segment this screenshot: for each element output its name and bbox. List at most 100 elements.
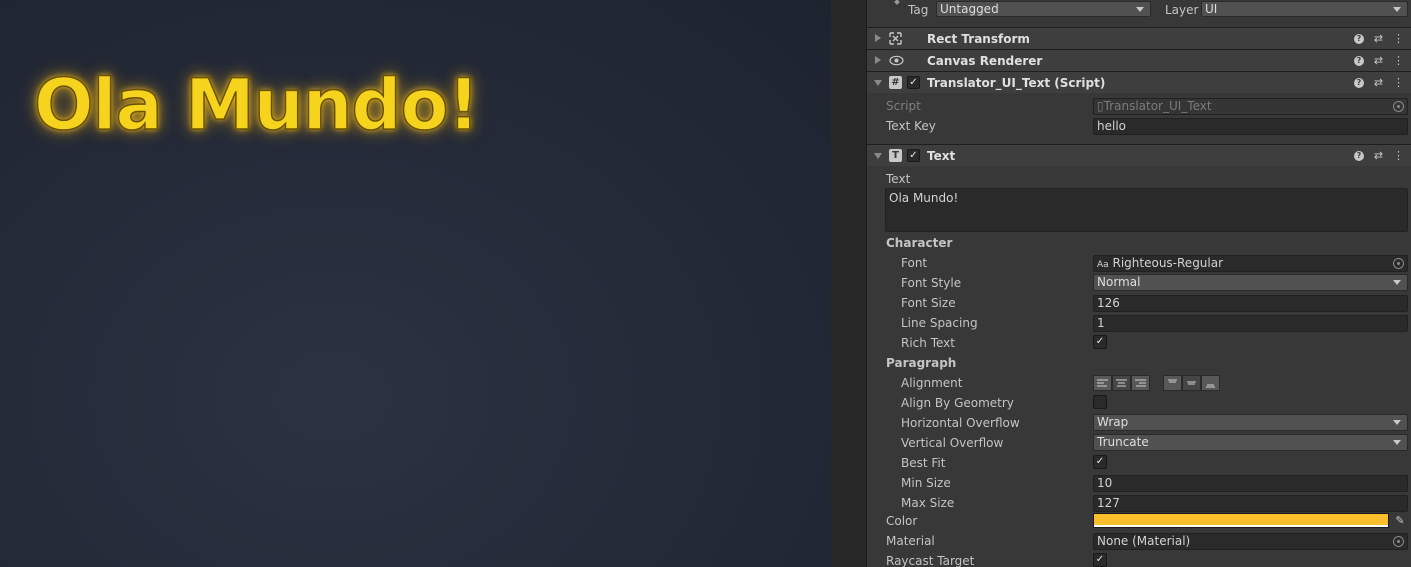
presets-icon[interactable]: ⇄	[1373, 76, 1384, 90]
object-picker-icon[interactable]	[1393, 536, 1404, 547]
vertical-overflow-select[interactable]: Truncate	[1093, 434, 1408, 451]
translator-title: Translator_UI_Text (Script)	[927, 76, 1106, 90]
font-label: Font	[901, 256, 928, 270]
script-value: Translator_UI_Text	[1103, 99, 1212, 113]
script-component-icon: #	[889, 76, 902, 89]
text-key-input[interactable]: hello	[1093, 118, 1408, 135]
game-display-text: Ola Mundo!	[33, 63, 480, 147]
best-fit-label: Best Fit	[901, 456, 946, 470]
text-key-label: Text Key	[886, 119, 936, 133]
presets-icon[interactable]: ⇄	[1373, 149, 1384, 163]
material-value: None (Material)	[1097, 534, 1191, 548]
font-size-input[interactable]: 126	[1093, 295, 1408, 312]
text-enabled-checkbox[interactable]: ✓	[907, 149, 920, 162]
font-value: Righteous-Regular	[1112, 256, 1224, 270]
tag-layer-row: Tag Untagged Layer UI	[867, 0, 1411, 22]
more-options-icon[interactable]: ⋮	[1393, 149, 1404, 163]
align-right-icon	[1135, 379, 1146, 386]
more-options-icon[interactable]: ⋮	[1393, 76, 1404, 90]
line-spacing-input[interactable]: 1	[1093, 315, 1408, 332]
font-style-select[interactable]: Normal	[1093, 274, 1408, 291]
more-options-icon[interactable]: ⋮	[1393, 54, 1404, 68]
align-top-button[interactable]	[1163, 375, 1182, 391]
align-bottom-button[interactable]	[1201, 375, 1220, 391]
align-by-geometry-checkbox[interactable]	[1093, 395, 1107, 409]
static-gizmo-icon	[894, 0, 900, 5]
max-size-input[interactable]: 127	[1093, 495, 1408, 512]
script-label: Script	[886, 99, 921, 113]
object-picker-icon	[1393, 101, 1404, 112]
font-style-value: Normal	[1097, 275, 1141, 289]
translator-enabled-checkbox[interactable]: ✓	[907, 76, 920, 89]
component-header-icons: ? ⇄ ⋮	[1354, 76, 1404, 90]
text-component-title: Text	[927, 149, 956, 163]
align-middle-button[interactable]	[1182, 375, 1201, 391]
text-label: Text	[886, 172, 911, 186]
chevron-down-icon	[1136, 7, 1144, 12]
chevron-down-icon	[1393, 280, 1401, 285]
tag-dropdown[interactable]: Untagged	[936, 1, 1151, 17]
vertical-overflow-dropdown[interactable]: Truncate	[1093, 434, 1408, 451]
align-bottom-icon	[1206, 384, 1215, 387]
eye-icon	[889, 54, 904, 67]
chevron-down-icon	[1393, 7, 1401, 12]
script-file-icon: ▯	[1097, 99, 1104, 113]
presets-icon[interactable]: ⇄	[1373, 54, 1384, 68]
foldout-arrow-icon[interactable]	[875, 56, 881, 64]
help-icon[interactable]: ?	[1354, 151, 1364, 161]
font-field[interactable]: Aa Righteous-Regular	[1093, 255, 1408, 272]
foldout-arrow-icon[interactable]	[874, 80, 882, 86]
alignment-label: Alignment	[901, 376, 963, 390]
align-right-button[interactable]	[1131, 375, 1150, 391]
help-icon[interactable]: ?	[1354, 78, 1364, 88]
min-size-input[interactable]: 10	[1093, 475, 1408, 492]
raycast-target-checkbox[interactable]: ✓	[1093, 553, 1107, 567]
min-size-label: Min Size	[901, 476, 951, 490]
component-header-icons: ? ⇄ ⋮	[1354, 54, 1404, 68]
presets-icon[interactable]: ⇄	[1373, 32, 1384, 46]
raycast-target-label: Raycast Target	[886, 554, 975, 567]
layer-label: Layer	[1165, 3, 1199, 17]
foldout-arrow-icon[interactable]	[874, 153, 882, 159]
vertical-overflow-label: Vertical Overflow	[901, 436, 1004, 450]
best-fit-checkbox[interactable]: ✓	[1093, 455, 1107, 469]
align-left-button[interactable]	[1093, 375, 1112, 391]
help-icon[interactable]: ?	[1354, 34, 1364, 44]
material-field[interactable]: None (Material)	[1093, 533, 1408, 550]
tag-value: Untagged	[940, 2, 999, 16]
foldout-arrow-icon[interactable]	[875, 34, 881, 42]
rich-text-label: Rich Text	[901, 336, 955, 350]
more-options-icon[interactable]: ⋮	[1393, 32, 1404, 46]
component-header-icons: ? ⇄ ⋮	[1354, 32, 1404, 46]
eyedropper-icon[interactable]: ✎	[1393, 513, 1407, 528]
horizontal-overflow-value: Wrap	[1097, 415, 1129, 429]
translator-header[interactable]: # ✓ Translator_UI_Text (Script) ? ⇄ ⋮	[867, 71, 1411, 93]
chevron-down-icon	[1393, 420, 1401, 425]
inspector-panel: Tag Untagged Layer UI Rect Transform ? ⇄…	[866, 0, 1411, 567]
font-style-dropdown[interactable]: Normal	[1093, 274, 1408, 291]
align-center-button[interactable]	[1112, 375, 1131, 391]
rect-transform-title: Rect Transform	[927, 32, 1030, 46]
text-component-header[interactable]: T ✓ Text ? ⇄ ⋮	[867, 144, 1411, 166]
character-section: Character	[886, 236, 953, 250]
font-size-label: Font Size	[901, 296, 956, 310]
script-field: ▯Translator_UI_Text	[1093, 98, 1408, 115]
layer-dropdown[interactable]: UI	[1201, 1, 1408, 17]
horizontal-overflow-select[interactable]: Wrap	[1093, 414, 1408, 431]
text-content-area[interactable]: Ola Mundo!	[885, 188, 1408, 232]
horizontal-overflow-label: Horizontal Overflow	[901, 416, 1020, 430]
align-by-geometry-label: Align By Geometry	[901, 396, 1014, 410]
rect-transform-icon	[889, 32, 902, 45]
rect-transform-header[interactable]: Rect Transform ? ⇄ ⋮	[867, 27, 1411, 49]
object-picker-icon[interactable]	[1393, 258, 1404, 269]
help-icon[interactable]: ?	[1354, 56, 1364, 66]
color-swatch[interactable]	[1093, 513, 1389, 528]
panel-divider	[831, 0, 866, 567]
rich-text-checkbox[interactable]: ✓	[1093, 335, 1107, 349]
font-style-label: Font Style	[901, 276, 962, 290]
horizontal-overflow-dropdown[interactable]: Wrap	[1093, 414, 1408, 431]
chevron-down-icon	[1393, 440, 1401, 445]
font-asset-icon: Aa	[1097, 260, 1109, 270]
canvas-renderer-header[interactable]: Canvas Renderer ? ⇄ ⋮	[867, 49, 1411, 71]
tag-label: Tag	[908, 3, 929, 17]
